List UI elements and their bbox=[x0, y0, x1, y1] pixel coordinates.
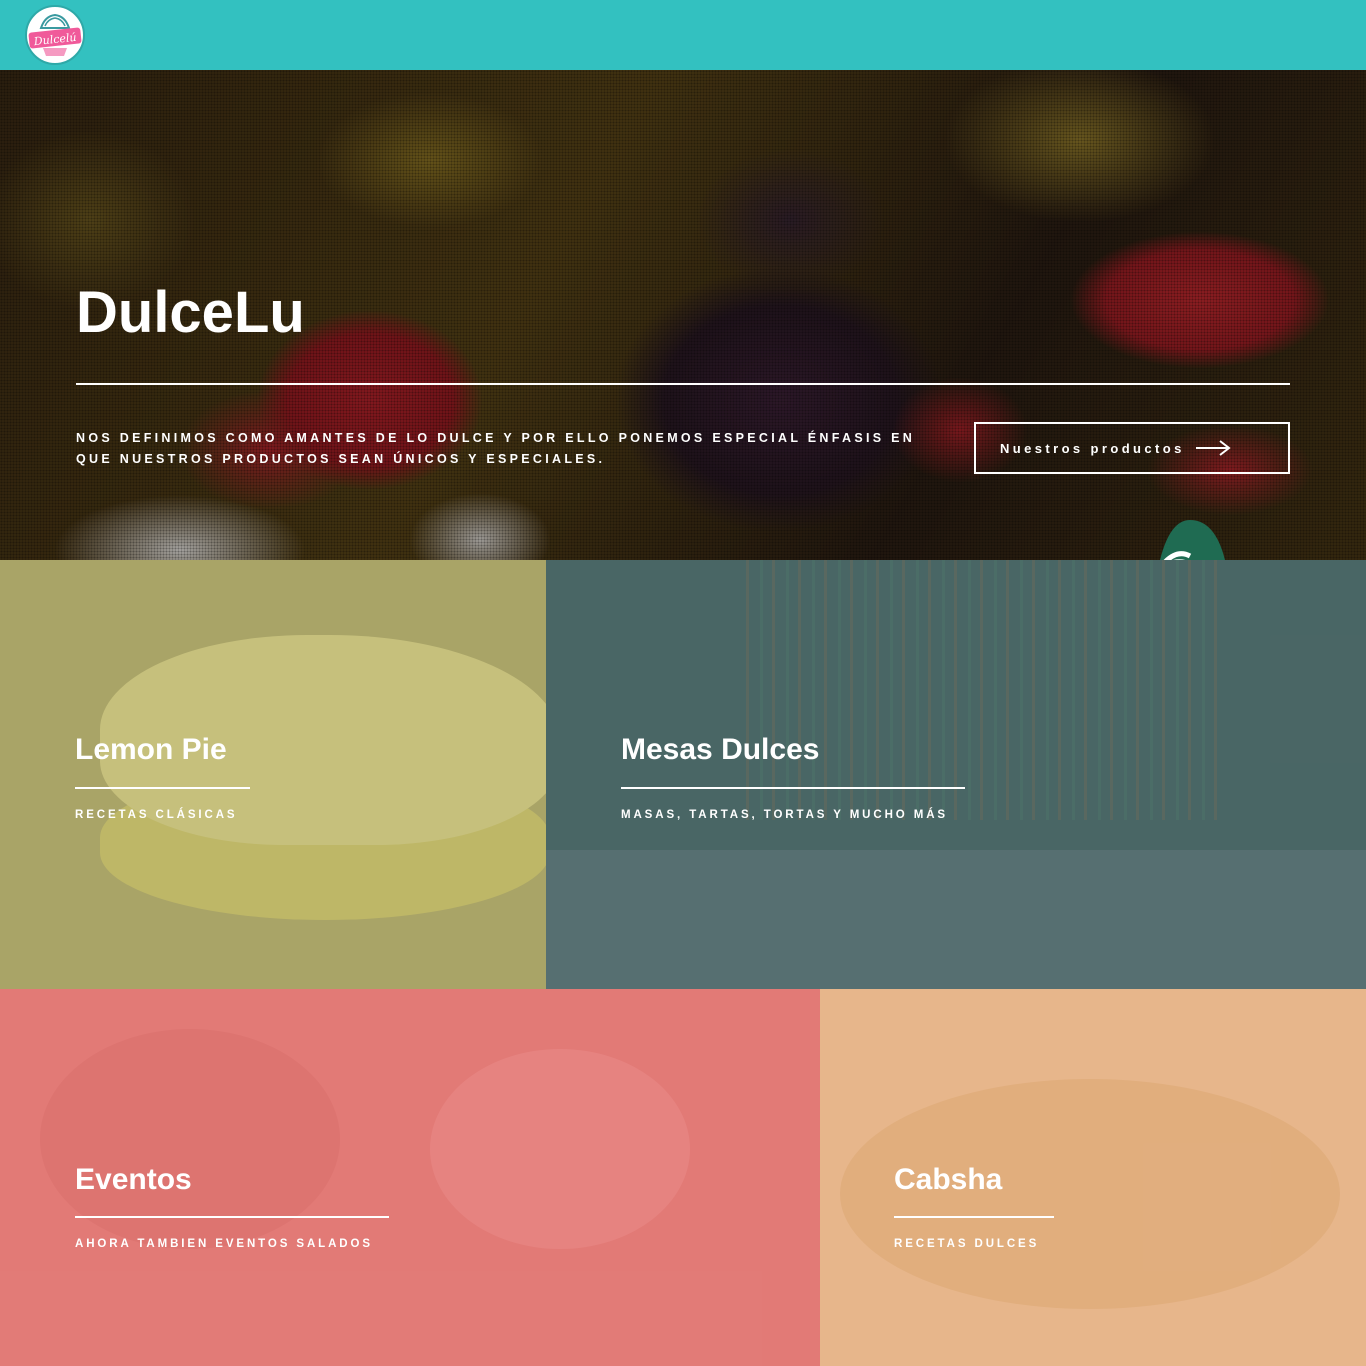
hero-banner: DulceLu Nos definimos como amantes de lo… bbox=[0, 70, 1366, 560]
cupcake-topper-icon bbox=[1160, 520, 1225, 560]
cupcake-logo-icon: Dulcelú bbox=[25, 5, 85, 65]
tile-overlay bbox=[546, 560, 1366, 989]
tile-title: Lemon Pie bbox=[75, 733, 227, 766]
hero-divider bbox=[76, 383, 1290, 385]
tile-title: Eventos bbox=[75, 1163, 192, 1196]
tile-eventos[interactable]: Eventos Ahora tambien eventos salados bbox=[0, 989, 820, 1366]
our-products-button[interactable]: Nuestros productos bbox=[974, 422, 1290, 474]
hero-description: Nos definimos como amantes de lo dulce y… bbox=[76, 431, 916, 466]
dulcelu-logo[interactable]: Dulcelú bbox=[24, 4, 86, 66]
tile-cabsha[interactable]: Cabsha Recetas dulces bbox=[820, 989, 1366, 1366]
tile-subtitle: Ahora tambien eventos salados bbox=[75, 1238, 373, 1250]
tile-title: Cabsha bbox=[894, 1163, 1003, 1196]
tile-divider bbox=[894, 1216, 1054, 1218]
tile-overlay bbox=[0, 560, 546, 989]
tile-divider bbox=[75, 1216, 389, 1218]
arrow-right-icon bbox=[1195, 440, 1231, 456]
tile-lemon-pie[interactable]: Lemon Pie Recetas clásicas bbox=[0, 560, 546, 989]
tile-subtitle: Recetas dulces bbox=[894, 1238, 1040, 1250]
our-products-button-label: Nuestros productos bbox=[1000, 440, 1185, 456]
tile-divider bbox=[75, 787, 250, 789]
tile-subtitle: Recetas clásicas bbox=[75, 809, 238, 821]
site-header: Dulcelú bbox=[0, 0, 1366, 70]
tile-title: Mesas Dulces bbox=[621, 733, 820, 766]
tile-mesas-dulces[interactable]: Mesas Dulces Masas, tartas, tortas y muc… bbox=[546, 560, 1366, 989]
tile-divider bbox=[621, 787, 965, 789]
hero-title: DulceLu bbox=[76, 280, 305, 345]
tile-subtitle: Masas, tartas, tortas y mucho más bbox=[621, 809, 948, 821]
